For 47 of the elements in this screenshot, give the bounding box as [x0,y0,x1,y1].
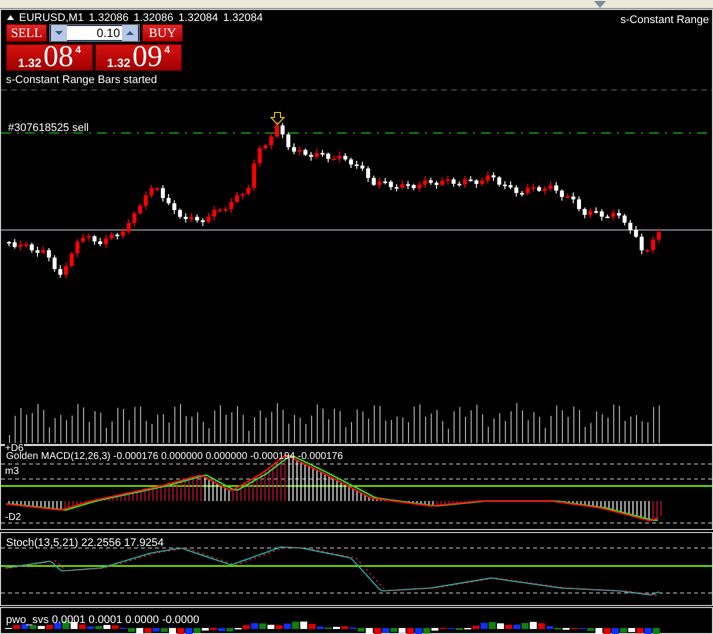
candle [206,212,210,224]
indicator-title: pwo_svs 0.0001 0.0001 0.0000 -0.0000 [6,614,200,626]
candle [434,180,438,190]
price-digits: 09 [132,42,162,70]
level-label: -D2 [5,512,22,524]
candle [349,157,353,169]
candle [292,142,296,155]
price-prefix: 1.32 [18,56,42,70]
price-digits: 08 [43,42,74,70]
candle [378,177,382,190]
indicator-title: Stoch(13,5,21) 22.2556 17.9254 [6,537,164,550]
candle [121,227,125,240]
price-value: 1.32086 [134,12,174,24]
candle [150,184,154,198]
candle [235,191,239,204]
candle [64,262,68,279]
candle [548,180,552,192]
price-last-digit: 4 [164,44,170,57]
price-last-digit: 4 [75,44,81,57]
price-value: 1.32084 [178,12,218,24]
candle [406,180,410,190]
candle [606,214,610,219]
candle [463,175,467,188]
indicator-label: s-Constant Range [620,14,709,26]
status-message: s-Constant Range Bars started [6,74,158,86]
candle [178,208,182,220]
triangle-icon[interactable] [7,15,14,20]
level-label: m3 [5,466,19,478]
candle [7,240,11,247]
candle [92,234,96,246]
price-prefix: 1.32 [107,56,130,70]
lot-spinner[interactable]: 0.10 [49,24,140,42]
lot-field[interactable]: 0.10 [67,26,122,40]
price-value: 1.32086 [88,12,129,24]
candle [634,225,638,238]
buy-button[interactable]: BUY [142,24,183,42]
candle [320,149,324,158]
candle [492,172,496,182]
candle [36,246,40,258]
sell-button[interactable]: SELL [6,24,47,42]
order-label: #307618525 sell [8,122,89,134]
candle [520,190,524,197]
candle [577,196,581,212]
price-value: 1.32084 [223,12,263,24]
arrow-down-icon [270,112,286,126]
candle [264,143,268,151]
symbol-name: EURUSD,M1 [19,12,84,24]
